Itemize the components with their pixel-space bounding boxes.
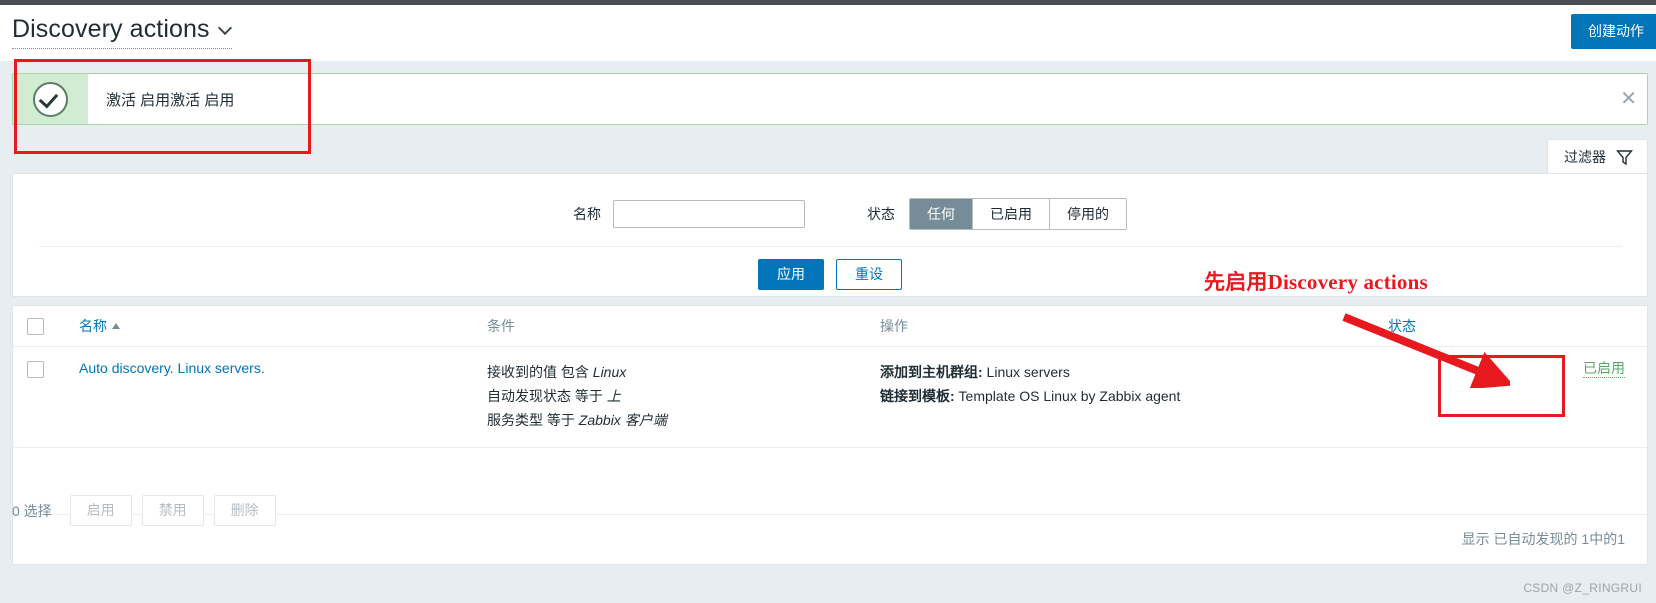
action-name-link[interactable]: Auto discovery. Linux servers.: [79, 360, 265, 376]
chevron-down-icon[interactable]: [219, 22, 232, 35]
table-body: Auto discovery. Linux servers. 接收到的值 包含 …: [13, 346, 1647, 515]
reset-button[interactable]: 重设: [836, 259, 902, 290]
condition-prefix: 接收到的值 包含: [487, 364, 593, 380]
filter-status-any[interactable]: 任何: [910, 199, 973, 229]
select-all-header: [13, 306, 79, 347]
column-header-name[interactable]: 名称: [79, 306, 487, 347]
column-header-operations: 操作: [880, 306, 1388, 347]
filter-status-label: 状态: [867, 206, 895, 222]
condition-value: Linux: [592, 364, 627, 380]
bulk-action-bar: 0 选择 启用 禁用 删除: [12, 495, 276, 526]
operation-value: Template OS Linux by Zabbix agent: [954, 388, 1181, 404]
sort-ascending-icon: [112, 323, 120, 330]
filter-name-input[interactable]: [613, 200, 805, 228]
filter-tab[interactable]: 过滤器: [1547, 139, 1648, 174]
filter-tab-label: 过滤器: [1564, 149, 1606, 165]
close-icon[interactable]: ✕: [1620, 89, 1637, 109]
row-status-cell: 已启用: [1388, 346, 1647, 448]
funnel-icon: [1616, 149, 1633, 166]
condition-prefix: 自动发现状态 等于: [487, 388, 607, 404]
actions-list-panel: 名称 条件 操作 状态 Auto discovery. Linux server…: [12, 305, 1648, 565]
page-header: Discovery actions 创建动作: [0, 5, 1656, 61]
column-header-name-label: 名称: [79, 318, 107, 334]
row-select-cell: [13, 346, 79, 448]
filter-status-radio-group: 任何 已启用 停用的: [909, 198, 1127, 230]
column-header-conditions: 条件: [487, 306, 880, 347]
message-body: 激活 启用激活 启用 ✕: [88, 74, 1647, 124]
operation-line: 链接到模板: Template OS Linux by Zabbix agent: [880, 384, 1380, 408]
operation-label: 添加到主机群组:: [880, 364, 983, 380]
message-text: 激活 启用激活 启用: [106, 91, 235, 109]
bulk-enable-button[interactable]: 启用: [69, 495, 132, 526]
apply-button[interactable]: 应用: [758, 259, 824, 290]
bulk-disable-button[interactable]: 禁用: [141, 495, 204, 526]
select-all-checkbox[interactable]: [27, 317, 44, 335]
condition-value: Zabbix 客户端: [578, 412, 667, 428]
condition-line: 接收到的值 包含 Linux: [487, 360, 872, 384]
row-checkbox[interactable]: [27, 360, 44, 378]
actions-table: 名称 条件 操作 状态 Auto discovery. Linux server…: [13, 306, 1647, 515]
filter-name-label: 名称: [573, 206, 601, 222]
row-conditions-cell: 接收到的值 包含 Linux 自动发现状态 等于 上 服务类型 等于 Zabbi…: [487, 346, 880, 448]
condition-value: 上: [606, 388, 621, 404]
filter-divider: [39, 246, 1622, 247]
filter-fields-row: 名称 状态 任何 已启用 停用的: [13, 198, 1647, 230]
operation-label: 链接到模板:: [880, 388, 955, 404]
column-header-status[interactable]: 状态: [1388, 306, 1647, 347]
row-name-cell: Auto discovery. Linux servers.: [79, 346, 487, 448]
condition-line: 自动发现状态 等于 上: [487, 384, 872, 408]
app-root: Discovery actions 创建动作 激活 启用激活 启用 ✕ 过滤器 …: [0, 0, 1656, 603]
message-icon-cell: [13, 74, 88, 124]
filter-status-disabled[interactable]: 停用的: [1050, 199, 1126, 229]
bulk-delete-button[interactable]: 删除: [213, 495, 276, 526]
table-header-row: 名称 条件 操作 状态: [13, 306, 1647, 347]
check-circle-icon: [33, 81, 68, 117]
filter-status-enabled[interactable]: 已启用: [973, 199, 1050, 229]
condition-line: 服务类型 等于 Zabbix 客户端: [487, 408, 872, 432]
row-operations-cell: 添加到主机群组: Linux servers 链接到模板: Template O…: [880, 346, 1388, 448]
selection-count: 0 选择: [12, 502, 52, 519]
operation-line: 添加到主机群组: Linux servers: [880, 360, 1380, 384]
page-title: Discovery actions: [12, 15, 210, 43]
watermark: CSDN @Z_RINGRUI: [1523, 581, 1642, 595]
operation-value: Linux servers: [982, 364, 1070, 380]
condition-prefix: 服务类型 等于: [487, 412, 579, 428]
table-head: 名称 条件 操作 状态: [13, 306, 1647, 347]
status-badge[interactable]: 已启用: [1583, 360, 1625, 378]
page-title-dropdown[interactable]: Discovery actions: [12, 14, 232, 49]
annotation-note: 先启用Discovery actions: [1204, 270, 1428, 294]
create-action-button[interactable]: 创建动作: [1571, 14, 1656, 49]
success-message: 激活 启用激活 启用 ✕: [12, 73, 1648, 125]
table-row: Auto discovery. Linux servers. 接收到的值 包含 …: [13, 346, 1647, 448]
